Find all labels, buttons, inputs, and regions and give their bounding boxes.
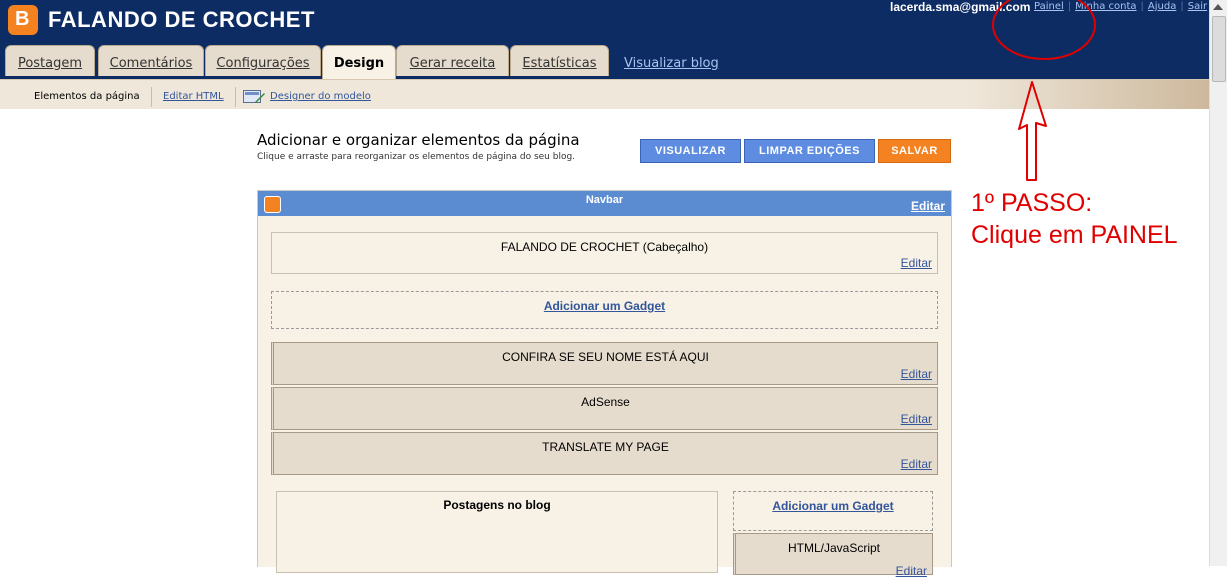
- subnav-divider: [151, 87, 152, 107]
- tab-gerar-receita[interactable]: Gerar receita: [396, 45, 509, 76]
- widget-title: CONFIRA SE SEU NOME ESTÁ AQUI: [502, 350, 709, 364]
- navbar-title: Navbar: [585, 194, 624, 206]
- ajuda-link[interactable]: Ajuda: [1148, 1, 1176, 12]
- view-blog-link[interactable]: Visualizar blog: [624, 56, 719, 71]
- edit-link[interactable]: Editar: [901, 256, 932, 270]
- tab-design[interactable]: Design: [322, 45, 396, 80]
- navbar-edit-link[interactable]: Editar: [911, 199, 945, 213]
- instruction-annotation: 1º PASSO: Clique em PAINEL: [971, 187, 1178, 251]
- app-header: B FALANDO DE CROCHET lacerda.sma@gmail.c…: [0, 0, 1210, 80]
- preview-button[interactable]: VISUALIZAR: [640, 139, 741, 163]
- tab-configuracoes[interactable]: Configurações: [205, 45, 321, 76]
- layout-editor: Navbar Editar FALANDO DE CROCHET (Cabeça…: [257, 190, 952, 578]
- template-designer-link[interactable]: Designer do modelo: [270, 91, 371, 102]
- template-designer-icon: [243, 90, 265, 103]
- page-description: Clique e arraste para reorganizar os ele…: [257, 152, 576, 162]
- tab-estatisticas[interactable]: Estatísticas: [510, 45, 609, 76]
- widget-html-javascript[interactable]: HTML/JavaScript Editar: [733, 533, 933, 578]
- page-title: Adicionar e organizar elementos da págin…: [257, 131, 580, 149]
- add-gadget-link[interactable]: Adicionar um Gadget: [734, 499, 932, 513]
- subnav-current: Elementos da página: [34, 91, 140, 102]
- blogger-logo-icon[interactable]: B: [8, 5, 38, 35]
- edit-link[interactable]: Editar: [901, 412, 932, 426]
- clear-edits-button[interactable]: LIMPAR EDIÇÕES: [744, 139, 875, 163]
- edit-link[interactable]: Editar: [901, 367, 932, 381]
- painel-link[interactable]: Painel: [1034, 1, 1064, 12]
- widget-title: Postagens no blog: [443, 498, 551, 512]
- widget-confira[interactable]: CONFIRA SE SEU NOME ESTÁ AQUI Editar: [271, 342, 938, 385]
- widget-title: AdSense: [581, 395, 630, 409]
- widget-adsense[interactable]: AdSense Editar: [271, 387, 938, 430]
- scrollbar-thumb[interactable]: [1212, 16, 1226, 82]
- widget-title: HTML/JavaScript: [787, 541, 881, 555]
- sidebar-add-gadget-slot[interactable]: Adicionar um Gadget: [733, 491, 933, 531]
- blog-title: FALANDO DE CROCHET: [48, 7, 315, 32]
- blog-posts-widget[interactable]: Postagens no blog: [276, 491, 718, 573]
- edit-link[interactable]: Editar: [896, 564, 927, 578]
- widget-translate[interactable]: TRANSLATE MY PAGE Editar: [271, 432, 938, 475]
- save-button[interactable]: SALVAR: [878, 139, 951, 163]
- widget-title: FALANDO DE CROCHET (Cabeçalho): [500, 240, 709, 254]
- top-links: Painel | Minha conta | Ajuda | Sair: [1034, 1, 1208, 12]
- sub-navigation: Elementos da página Editar HTML Designer…: [0, 79, 1210, 109]
- edit-link[interactable]: Editar: [901, 457, 932, 471]
- subnav-divider: [235, 87, 236, 107]
- header-widget[interactable]: FALANDO DE CROCHET (Cabeçalho) Editar: [271, 232, 938, 274]
- user-email: lacerda.sma@gmail.com: [890, 0, 1031, 14]
- tab-postagem[interactable]: Postagem: [5, 45, 95, 76]
- add-gadget-slot[interactable]: Adicionar um Gadget: [271, 291, 938, 329]
- sair-link[interactable]: Sair: [1188, 1, 1207, 12]
- add-gadget-link[interactable]: Adicionar um Gadget: [272, 299, 937, 313]
- annotation-line-1: 1º PASSO:: [971, 189, 1093, 217]
- navbar-widget: Navbar Editar: [258, 191, 951, 216]
- edit-html-link[interactable]: Editar HTML: [163, 91, 224, 102]
- widget-title: TRANSLATE MY PAGE: [542, 440, 669, 454]
- annotation-line-2: Clique em PAINEL: [971, 221, 1178, 249]
- minha-conta-link[interactable]: Minha conta: [1075, 1, 1136, 12]
- scroll-up-icon[interactable]: [1213, 4, 1223, 10]
- tab-comentarios[interactable]: Comentários: [98, 45, 204, 76]
- vertical-scrollbar[interactable]: [1209, 0, 1227, 566]
